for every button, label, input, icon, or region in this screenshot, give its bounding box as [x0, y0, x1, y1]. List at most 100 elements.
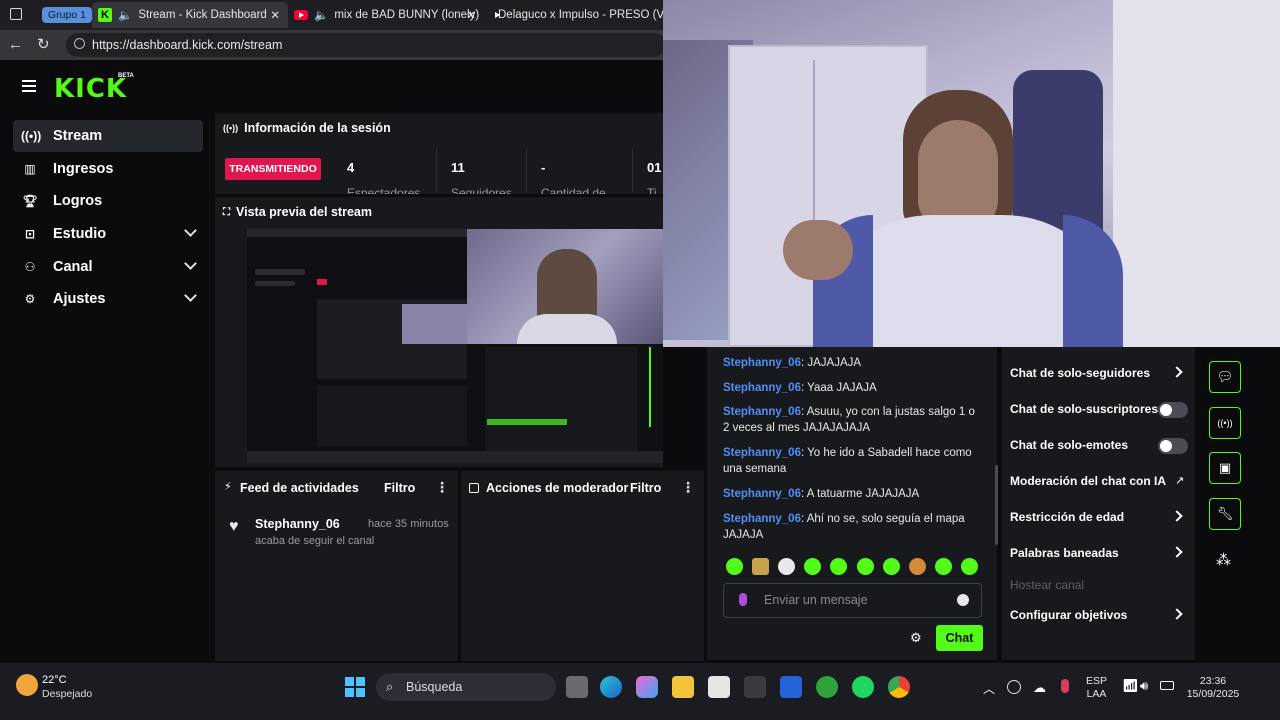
- moderator-filter-button[interactable]: Filtro: [630, 481, 661, 495]
- emote-icon[interactable]: [883, 558, 900, 575]
- chat-username[interactable]: Stephanny_06: [723, 447, 801, 459]
- time: 23:36: [1199, 675, 1227, 687]
- weather-icon[interactable]: [16, 674, 38, 696]
- chat-username[interactable]: Stephanny_06: [723, 357, 801, 369]
- back-icon[interactable]: ←: [8, 36, 23, 53]
- sidebar-item-canal[interactable]: ⚇ Canal: [13, 251, 203, 283]
- studio-icon[interactable]: ▣: [1209, 452, 1241, 484]
- more-options-icon[interactable]: ⋮: [435, 479, 449, 496]
- kick-favicon-icon: K: [98, 8, 112, 22]
- chat-message: Stephanny_06: A tatuarme JAJAJAJA: [723, 486, 983, 502]
- emote-icon[interactable]: [804, 558, 821, 575]
- broadcast-icon[interactable]: ((•)): [1209, 407, 1241, 439]
- chrome-icon[interactable]: [888, 676, 910, 698]
- tab-title: Stream - Kick Dashboard: [138, 9, 267, 21]
- emotes-only-toggle[interactable]: [1158, 438, 1188, 454]
- app-icon[interactable]: [780, 676, 802, 698]
- taskbar-search[interactable]: ⌕ Búsqueda: [376, 673, 556, 701]
- emoji-icon[interactable]: [957, 594, 969, 606]
- feed-username[interactable]: Stephanny_06: [255, 517, 340, 531]
- cloud-icon[interactable]: ☁: [1033, 680, 1046, 696]
- xbox-icon[interactable]: [816, 676, 838, 698]
- stream-preview-video[interactable]: [247, 229, 663, 463]
- sidebar-item-logros[interactable]: 🏆︎ Logros: [13, 185, 203, 217]
- setting-emotes-only[interactable]: Chat de solo-emotes: [1010, 438, 1128, 452]
- emote-icon[interactable]: [778, 558, 795, 575]
- apps-icon[interactable]: ⁂: [1216, 551, 1231, 569]
- divider: [436, 148, 437, 192]
- chat-scrollbar[interactable]: [995, 465, 998, 545]
- wifi-icon[interactable]: 📶︎: [1122, 678, 1139, 694]
- send-chat-button[interactable]: Chat: [936, 625, 983, 651]
- close-icon[interactable]: ✕: [270, 8, 280, 22]
- sidebar-item-ajustes[interactable]: ⚙ Ajustes: [13, 283, 203, 315]
- tab-delaguco[interactable]: Delaguco x Impulso - PRESO (Vid: [486, 2, 663, 28]
- setting-subscribers-only[interactable]: Chat de solo-suscriptores: [1010, 402, 1158, 416]
- external-link-icon[interactable]: ↗: [1175, 474, 1184, 487]
- site-info-icon[interactable]: [74, 38, 85, 49]
- chat-username[interactable]: Stephanny_06: [723, 406, 801, 418]
- chat-text: : JAJAJAJA: [800, 357, 862, 369]
- url-field[interactable]: https://dashboard.kick.com/stream: [66, 33, 666, 57]
- sidebar-item-stream[interactable]: ((•)) Stream: [13, 120, 203, 152]
- setting-followers-only[interactable]: Chat de solo-seguidores: [1010, 366, 1150, 380]
- weather-temp[interactable]: 22°C: [42, 674, 67, 686]
- emote-icon[interactable]: [857, 558, 874, 575]
- chat-username[interactable]: Stephanny_06: [723, 488, 801, 500]
- edge-icon[interactable]: [600, 676, 622, 698]
- tab-group-label[interactable]: Grupo 1: [42, 7, 92, 23]
- unity-icon[interactable]: [744, 676, 766, 698]
- feed-filter-button[interactable]: Filtro: [384, 481, 415, 495]
- chevron-up-icon[interactable]: ︿: [983, 680, 995, 697]
- chat-settings-gear-icon[interactable]: ⚙: [910, 630, 922, 646]
- setting-ai-moderation[interactable]: Moderación del chat con IA: [1010, 474, 1166, 488]
- language-indicator[interactable]: ESP LAA: [1086, 675, 1107, 701]
- window-menu-icon[interactable]: [10, 8, 22, 20]
- chat-icon[interactable]: 💬︎: [1209, 361, 1241, 393]
- emote-icon[interactable]: [830, 558, 847, 575]
- divider: [526, 148, 527, 192]
- emote-icon[interactable]: [935, 558, 952, 575]
- emote-icon[interactable]: [726, 558, 743, 575]
- sidebar-item-estudio[interactable]: ⊡ Estudio: [13, 218, 203, 250]
- kick-logo[interactable]: KICK: [54, 74, 127, 104]
- youtube-favicon-icon: [294, 10, 308, 20]
- setting-configure-goals[interactable]: Configurar objetivos: [1010, 608, 1127, 622]
- chat-username[interactable]: Stephanny_06: [723, 382, 801, 394]
- sidebar-item-label: Ingresos: [53, 161, 114, 177]
- emote-icon[interactable]: [961, 558, 978, 575]
- spotify-icon[interactable]: [852, 676, 874, 698]
- hamburger-menu-icon[interactable]: [22, 80, 36, 92]
- tab-title: mix de BAD BUNNY (lonely): [334, 9, 480, 21]
- microphone-icon[interactable]: [739, 593, 747, 606]
- chat-message: Stephanny_06: Yo he ido a Sabadell hace …: [723, 445, 983, 477]
- subscribers-only-toggle[interactable]: [1158, 402, 1188, 418]
- emote-icon[interactable]: [909, 558, 926, 575]
- chat-username[interactable]: Stephanny_06: [723, 513, 801, 525]
- chat-message-input[interactable]: Enviar un mensaje: [723, 583, 982, 618]
- close-icon[interactable]: ✕: [466, 8, 476, 22]
- wrench-icon[interactable]: 🔧︎: [1209, 498, 1241, 530]
- volume-icon[interactable]: 🔊︎: [1140, 678, 1148, 694]
- windows-start-icon[interactable]: [345, 677, 365, 697]
- copilot-icon[interactable]: [636, 676, 658, 698]
- stat-label: Ti: [647, 186, 657, 194]
- emote-icon[interactable]: [752, 558, 769, 575]
- more-options-icon[interactable]: ⋮: [681, 479, 695, 496]
- search-icon: ⌕: [386, 679, 394, 694]
- tray-icon[interactable]: [1007, 680, 1021, 694]
- store-icon[interactable]: [708, 676, 730, 698]
- battery-icon[interactable]: [1160, 681, 1174, 690]
- clock[interactable]: 23:36 15/09/2025: [1185, 675, 1241, 701]
- sidebar-item-ingresos[interactable]: ▥ Ingresos: [13, 153, 203, 185]
- setting-banned-words[interactable]: Palabras baneadas: [1010, 546, 1119, 560]
- chat-text: : A tatuarme JAJAJAJA: [800, 488, 920, 500]
- setting-age-restriction[interactable]: Restricción de edad: [1010, 510, 1124, 524]
- reload-icon[interactable]: ↻: [37, 35, 50, 53]
- tab-bad-bunny[interactable]: 🔈 mix de BAD BUNNY (lonely) ✕: [290, 2, 482, 28]
- tab-title: Delaguco x Impulso - PRESO (Vid: [498, 9, 663, 21]
- tab-kick-dashboard[interactable]: K 🔈 Stream - Kick Dashboard ✕: [92, 2, 288, 28]
- file-explorer-icon[interactable]: [672, 676, 694, 698]
- microphone-icon[interactable]: [1061, 679, 1069, 693]
- task-view-icon[interactable]: [566, 676, 588, 698]
